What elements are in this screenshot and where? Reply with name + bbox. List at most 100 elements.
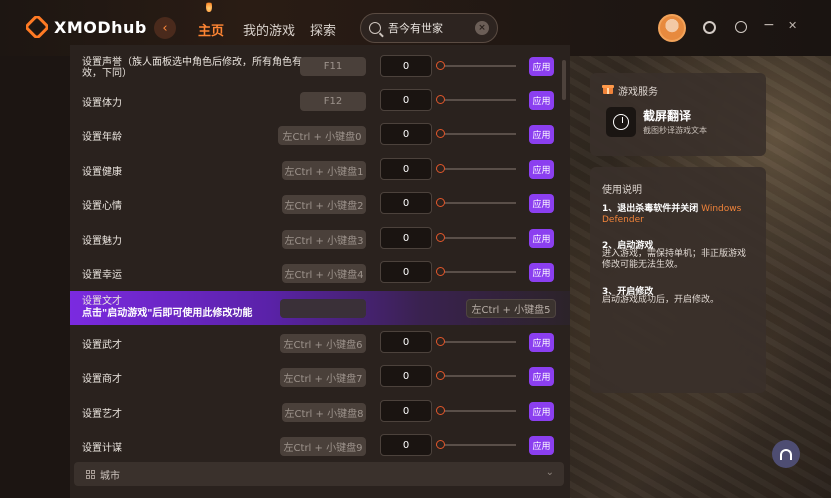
slider-handle[interactable] xyxy=(436,440,445,449)
value-input[interactable]: 0 xyxy=(380,331,432,353)
table-row: 设置魅力 左Ctrl + 小键盘3 0 应用 xyxy=(70,222,570,256)
slider-handle[interactable] xyxy=(436,233,445,242)
services-title: 游戏服务 xyxy=(618,87,658,98)
slider-handle[interactable] xyxy=(436,164,445,173)
logo-icon xyxy=(26,16,48,38)
row-label: 设置艺才 xyxy=(82,409,122,420)
grid-icon xyxy=(86,469,95,479)
value-slider[interactable] xyxy=(436,202,516,204)
value-input[interactable]: 0 xyxy=(380,261,432,283)
apply-button[interactable]: 应用 xyxy=(529,160,554,179)
hotkey-button[interactable]: 左Ctrl + 小键盘4 xyxy=(282,264,366,283)
section-city-header[interactable]: 城市 ⌄ xyxy=(74,462,564,486)
cheat-panel: 设置声誉（族人面板选中角色后修改，所有角色有效，下同） F11 0 应用 设置体… xyxy=(70,45,570,498)
slider-handle[interactable] xyxy=(436,337,445,346)
value-input[interactable]: 0 xyxy=(380,400,432,422)
value-input[interactable]: 0 xyxy=(380,227,432,249)
value-slider[interactable] xyxy=(436,133,516,135)
nav-explore[interactable]: 探索 xyxy=(310,20,336,39)
step-2-body: 进入游戏，需保持单机；非正版游戏修改可能无法生效。 xyxy=(602,249,747,270)
apply-button[interactable]: 应用 xyxy=(529,91,554,110)
value-input[interactable]: 0 xyxy=(380,365,432,387)
hotkey-button[interactable]: F11 xyxy=(300,57,366,76)
row-label: 设置体力 xyxy=(82,98,122,109)
search-box[interactable]: 吾今有世家 × xyxy=(360,13,498,43)
step-1-text: 1、退出杀毒软件并关闭 xyxy=(602,204,699,214)
apply-button[interactable]: 应用 xyxy=(529,263,554,282)
value-input[interactable]: 0 xyxy=(380,55,432,77)
table-row: 设置武才 左Ctrl + 小键盘6 0 应用 xyxy=(70,326,570,360)
clear-search-icon[interactable]: × xyxy=(475,21,489,35)
value-slider[interactable] xyxy=(436,271,516,273)
apply-button[interactable]: 应用 xyxy=(529,367,554,386)
apply-button[interactable]: 应用 xyxy=(529,436,554,455)
table-row: 设置健康 左Ctrl + 小键盘1 0 应用 xyxy=(70,153,570,187)
value-input[interactable]: 0 xyxy=(380,192,432,214)
slider-handle[interactable] xyxy=(436,198,445,207)
apply-button[interactable]: 应用 xyxy=(529,125,554,144)
apply-button[interactable]: 应用 xyxy=(529,57,554,76)
translate-title[interactable]: 截屏翻译 xyxy=(643,107,691,124)
apply-button[interactable]: 应用 xyxy=(529,194,554,213)
hotkey-button[interactable]: 左Ctrl + 小键盘2 xyxy=(282,195,366,214)
app-logo[interactable]: XMODhub xyxy=(26,16,147,38)
minimize-button[interactable]: − xyxy=(763,17,775,33)
slider-handle[interactable] xyxy=(436,61,445,70)
screen-translate-button[interactable] xyxy=(606,107,636,137)
nav-my-games[interactable]: 我的游戏 xyxy=(243,20,295,39)
slider-handle[interactable] xyxy=(436,371,445,380)
row-label: 设置健康 xyxy=(82,167,122,178)
value-slider[interactable] xyxy=(436,410,516,412)
slider-handle[interactable] xyxy=(436,129,445,138)
hotkey-button[interactable]: F12 xyxy=(300,92,366,111)
hotkey-button[interactable]: 左Ctrl + 小键盘9 xyxy=(280,437,366,456)
row-label: 设置文才 点击"启动游戏"后即可使用此修改功能 xyxy=(82,296,302,320)
value-slider[interactable] xyxy=(436,168,516,170)
row-label: 设置武才 xyxy=(82,340,122,351)
apply-button[interactable]: 应用 xyxy=(529,333,554,352)
close-button[interactable]: ✕ xyxy=(788,19,797,32)
value-input[interactable]: 0 xyxy=(380,158,432,180)
hotkey-button[interactable]: 左Ctrl + 小键盘1 xyxy=(282,161,366,180)
value-slider[interactable] xyxy=(436,444,516,446)
slider-handle[interactable] xyxy=(436,95,445,104)
value-input[interactable]: 0 xyxy=(380,434,432,456)
locked-row: 设置文才 点击"启动游戏"后即可使用此修改功能 左Ctrl + 小键盘5 xyxy=(70,291,570,325)
hotkey-button[interactable]: 左Ctrl + 小键盘0 xyxy=(278,126,366,145)
slider-handle[interactable] xyxy=(436,267,445,276)
table-row: 设置声誉（族人面板选中角色后修改，所有角色有效，下同） F11 0 应用 xyxy=(70,47,570,81)
row-label: 设置计谋 xyxy=(82,443,122,454)
value-slider[interactable] xyxy=(436,99,516,101)
instructions-title: 使用说明 xyxy=(602,185,642,196)
value-slider[interactable] xyxy=(436,237,516,239)
apply-button[interactable]: 应用 xyxy=(529,229,554,248)
hotkey-button[interactable]: 左Ctrl + 小键盘8 xyxy=(282,403,366,422)
translate-subtitle: 截图秒译游戏文本 xyxy=(643,126,707,135)
table-row: 设置年龄 左Ctrl + 小键盘0 0 应用 xyxy=(70,118,570,152)
hotkey-button[interactable]: 左Ctrl + 小键盘7 xyxy=(280,368,366,387)
value-slider[interactable] xyxy=(436,65,516,67)
nav-home[interactable]: 主页 xyxy=(198,20,224,39)
disabled-hotkey xyxy=(280,299,366,318)
slider-handle[interactable] xyxy=(436,406,445,415)
settings-icon[interactable] xyxy=(703,21,716,34)
gift-icon xyxy=(602,85,614,94)
hotkey-button[interactable]: 左Ctrl + 小键盘5 xyxy=(466,299,556,318)
search-input[interactable]: 吾今有世家 xyxy=(388,20,475,36)
nav-active-indicator xyxy=(206,0,212,12)
value-input[interactable]: 0 xyxy=(380,123,432,145)
hotkey-button[interactable]: 左Ctrl + 小键盘6 xyxy=(280,334,366,353)
value-input[interactable]: 0 xyxy=(380,89,432,111)
value-slider[interactable] xyxy=(436,341,516,343)
value-slider[interactable] xyxy=(436,375,516,377)
apply-button[interactable]: 应用 xyxy=(529,402,554,421)
download-icon xyxy=(613,114,629,130)
target-icon[interactable] xyxy=(735,21,747,33)
back-button[interactable]: ‹ xyxy=(154,17,176,39)
avatar[interactable] xyxy=(658,14,686,42)
table-row: 设置体力 F12 0 应用 xyxy=(70,84,570,118)
support-button[interactable] xyxy=(772,440,800,468)
instructions-card: 使用说明 1、退出杀毒软件并关闭 Windows Defender 2、启动游戏… xyxy=(590,167,766,393)
hotkey-button[interactable]: 左Ctrl + 小键盘3 xyxy=(282,230,366,249)
scrollbar[interactable] xyxy=(562,60,566,100)
